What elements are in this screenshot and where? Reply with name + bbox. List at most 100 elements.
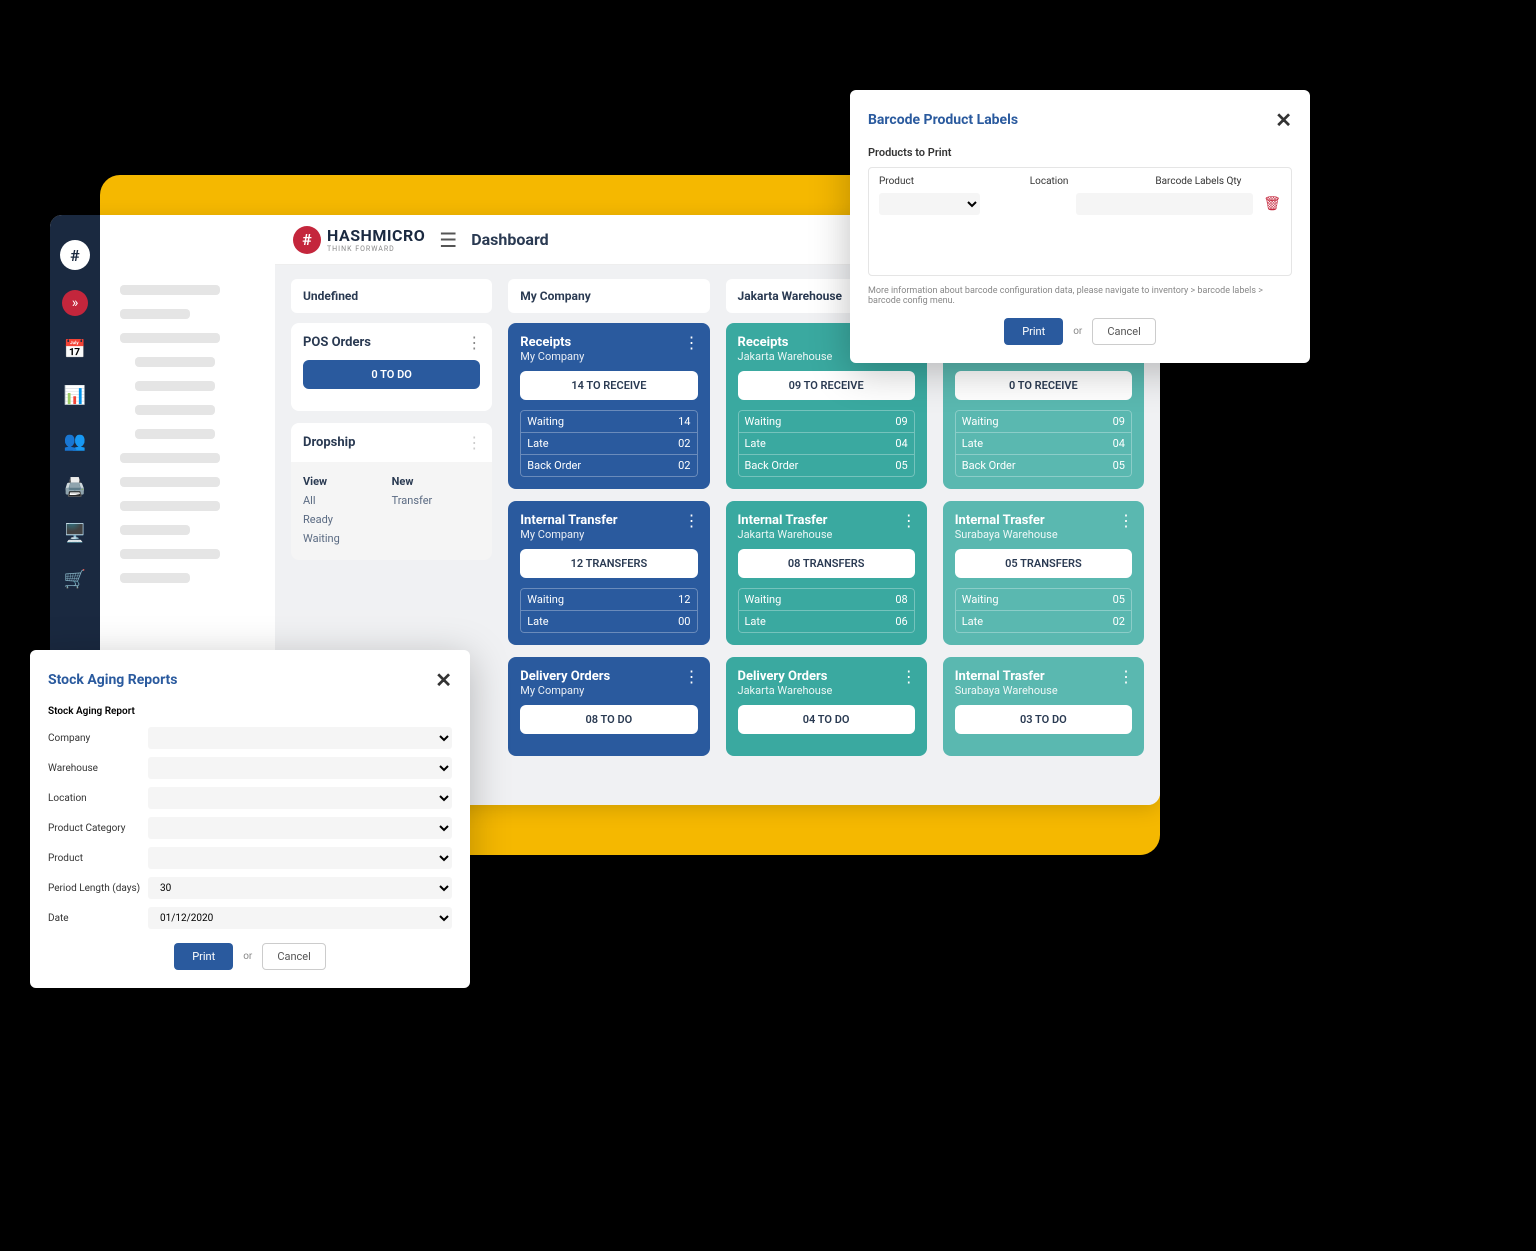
stat-value: 09 [895,415,907,428]
stat-label: Back Order [962,459,1016,472]
brand-logo: # HASHMICRO THINK FORWARD [293,226,425,254]
skeleton-line [120,525,190,535]
skeleton-line [135,357,215,367]
close-icon[interactable]: ✕ [435,668,452,692]
stat-value: 12 [678,593,690,606]
date-select[interactable]: 01/12/2020 [148,907,452,929]
stat-label: Waiting [962,593,999,606]
stat-value: 14 [678,415,690,428]
printer-icon[interactable]: 🖨️ [62,474,88,500]
stat-value: 05 [1113,593,1125,606]
expand-rail-icon[interactable]: » [62,290,88,316]
column-header: Undefined [291,279,492,313]
modal-title: Barcode Product Labels [868,112,1018,128]
transfer-card: ⋮ Internal Trasfer Jakarta Warehouse 08 … [726,501,927,645]
label-product: Product [48,853,148,864]
todo-button[interactable]: 08 TO DO [520,705,697,734]
card-subtitle: Surabaya Warehouse [955,684,1132,697]
transfers-button[interactable]: 05 TRANSFERS [955,549,1132,578]
label-category: Product Category [48,823,148,834]
view-waiting[interactable]: Waiting [303,529,392,548]
stat-label: Late [745,437,766,450]
company-select[interactable] [148,727,452,749]
stat-value: 02 [678,459,690,472]
product-select[interactable] [879,193,980,215]
more-icon[interactable]: ⋮ [466,433,482,452]
stat-value: 04 [1113,437,1125,450]
qty-input[interactable] [1076,193,1253,215]
todo-button[interactable]: 03 TO DO [955,705,1132,734]
col-qty: Barcode Labels Qty [1155,176,1281,187]
card-title: Delivery Orders [738,669,915,684]
stat-value: 05 [1113,459,1125,472]
skeleton-line [120,477,220,487]
chart-icon[interactable]: 📊 [62,382,88,408]
users-icon[interactable]: 👥 [62,428,88,454]
transfer-card: ⋮ Internal Trasfer Surabaya Warehouse 05… [943,501,1144,645]
brand-name: HASHMICRO [327,226,425,245]
transfers-button[interactable]: 08 TRANSFERS [738,549,915,578]
print-button[interactable]: Print [174,943,233,970]
more-icon[interactable]: ⋮ [466,333,482,352]
modal-title: Stock Aging Reports [48,672,177,688]
cancel-button[interactable]: Cancel [262,943,325,970]
stat-label: Late [962,437,983,450]
receive-button[interactable]: 14 TO RECEIVE [520,371,697,400]
new-transfer[interactable]: Transfer [392,491,481,510]
cart-icon[interactable]: 🛒 [62,566,88,592]
skeleton-line [120,333,220,343]
view-all[interactable]: All [303,491,392,510]
or-text: or [1073,326,1082,337]
stat-value: 06 [895,615,907,628]
receipts-card: ⋮ Receipts My Company 14 TO RECEIVE Wait… [508,323,709,489]
receive-button[interactable]: 0 TO RECEIVE [955,371,1132,400]
todo-button[interactable]: 04 TO DO [738,705,915,734]
delivery-card: ⋮ Delivery Orders My Company 08 TO DO [508,657,709,756]
transfer-card-2: ⋮ Internal Trasfer Surabaya Warehouse 03… [943,657,1144,756]
delivery-card: ⋮ Delivery Orders Jakarta Warehouse 04 T… [726,657,927,756]
trash-icon[interactable]: 🗑 [1263,196,1281,212]
category-select[interactable] [148,817,452,839]
period-select[interactable]: 30 [148,877,452,899]
stat-label: Waiting [745,593,782,606]
card-title: Internal Transfer [520,513,697,528]
card-subtitle: Jakarta Warehouse [738,528,915,541]
card-subtitle: My Company [520,350,697,363]
stat-label: Back Order [745,459,799,472]
product-select[interactable] [148,847,452,869]
card-title: Internal Trasfer [955,669,1132,684]
close-icon[interactable]: ✕ [1275,108,1292,132]
brand-tagline: THINK FORWARD [327,245,425,253]
calendar-icon[interactable]: 📅 [62,336,88,362]
rail-logo-icon: # [60,240,90,270]
location-select[interactable] [148,787,452,809]
info-text: More information about barcode configura… [868,286,1292,306]
label-company: Company [48,733,148,744]
menu-icon[interactable]: ☰ [439,228,457,252]
monitor-icon[interactable]: 🖥️ [62,520,88,546]
stat-label: Waiting [962,415,999,428]
skeleton-line [135,381,215,391]
warehouse-select[interactable] [148,757,452,779]
todo-button[interactable]: 0 TO DO [303,360,480,389]
label-period: Period Length (days) [48,883,148,894]
stat-label: Late [962,615,983,628]
view-ready[interactable]: Ready [303,510,392,529]
pos-orders-card: ⋮ POS Orders 0 TO DO [291,323,492,411]
skeleton-line [120,309,190,319]
card-subtitle: Jakarta Warehouse [738,684,915,697]
col-product: Product [879,176,1030,187]
new-header: New [392,472,481,491]
stat-value: 00 [678,615,690,628]
cancel-button[interactable]: Cancel [1092,318,1155,345]
receive-button[interactable]: 09 TO RECEIVE [738,371,915,400]
print-button[interactable]: Print [1004,318,1063,345]
skeleton-line [120,501,220,511]
label-warehouse: Warehouse [48,763,148,774]
page-title: Dashboard [471,230,548,249]
skeleton-line [135,429,215,439]
barcode-table: Product Location Barcode Labels Qty 🗑 [868,167,1292,276]
stat-label: Waiting [527,593,564,606]
card-subtitle: My Company [520,528,697,541]
transfers-button[interactable]: 12 TRANSFERS [520,549,697,578]
